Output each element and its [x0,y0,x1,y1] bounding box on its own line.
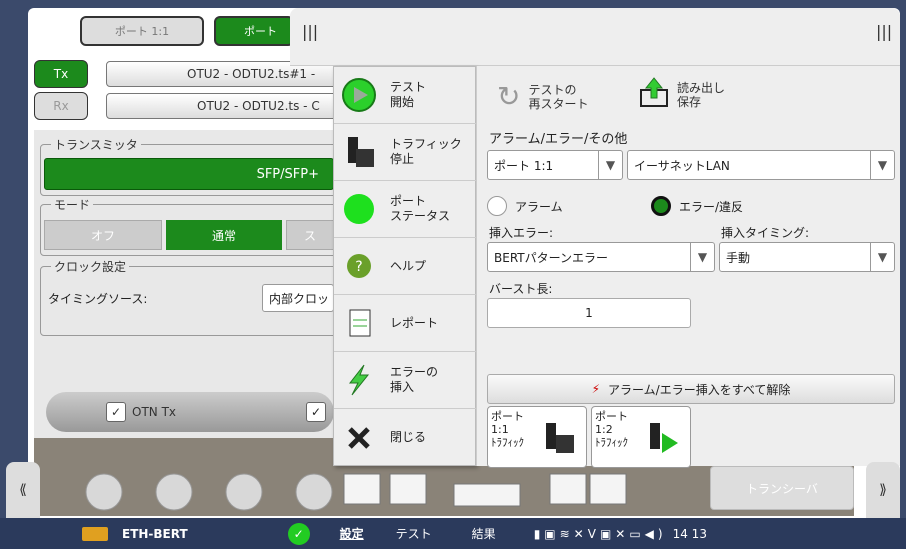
close-icon [342,421,376,455]
start-test-label: テスト 開始 [390,80,427,109]
clear-error-icon: ⚡ [591,382,601,396]
insert-error-select[interactable]: BERTパターンエラー ▼ [487,242,715,272]
tab-port-1[interactable]: ポート 1:1 [80,16,204,46]
report-label: レポート [390,315,439,330]
clear-all-label: アラーム/エラー挿入をすべて解除 [608,382,791,397]
insert-timing-select[interactable]: 手動 ▼ [719,242,895,272]
chevron-down-icon: ▼ [870,151,894,179]
mode-normal-button[interactable]: 通常 [166,220,282,250]
status-ok-icon: ✓ [287,522,310,545]
close-label: 閉じる [390,430,427,444]
otn-pipe [46,392,334,432]
insert-error-label: 挿入エラー: [489,226,554,240]
left-nav-button[interactable]: ⟪ [6,462,40,518]
app-name: ETH-BERT [122,526,188,541]
port-select-value: ポート 1:1 [494,158,554,173]
alarm-section-title: アラーム/エラー/その他 [489,132,628,147]
error-radio-label: エラー/違反 [679,199,744,214]
action-menu: テスト 開始 トラフィック 停止 ポート ステータス ? ヘルプ レポート エラ… [333,66,477,466]
nav-results[interactable]: 結果 [472,525,496,542]
otn-tx-checkbox[interactable]: ✓ OTN Tx [106,402,176,422]
chevron-down-icon: ▼ [598,151,622,179]
right-nav-button[interactable]: ⟫ [866,462,900,518]
radio-icon [487,196,507,216]
help-label: ヘルプ [390,258,427,273]
expand-handle-icon[interactable]: ||| [876,22,892,41]
nav-test[interactable]: テスト [396,525,432,542]
close-item[interactable]: 閉じる [334,409,477,466]
timing-source-select[interactable]: 内部クロッ [262,284,334,312]
otn-tx-label: OTN Tx [132,405,176,419]
inject-error-label: エラーの 挿入 [390,365,439,394]
restart-label: テストの 再スタート [528,82,589,111]
report-icon [342,306,376,340]
alarm-panel: ↻ テストの 再スタート 読み出し 保存 アラーム/エラー/その他 ポート 1:… [476,66,900,468]
port-select[interactable]: ポート 1:1 ▼ [487,150,623,180]
timing-source-label: タイミングソース: [48,292,148,306]
upload-icon [637,76,671,113]
nav-setup[interactable]: 設定 [340,525,364,542]
check-icon: ✓ [106,402,126,422]
insert-timing-label: 挿入タイミング: [721,226,810,240]
transceiver-button[interactable]: トランシーバ [710,466,854,510]
stop-traffic-label: トラフィック 停止 [390,137,462,166]
chevron-down-icon: ▼ [690,243,714,271]
burst-label: バースト長: [489,282,553,296]
type-select-value: イーサネットLAN [634,158,730,173]
lightning-icon [342,363,376,397]
chevron-down-icon: ▼ [870,243,894,271]
inject-error-item[interactable]: エラーの 挿入 [334,352,477,409]
rx-path[interactable]: OTU2 - ODTU2.ts - C [106,93,346,119]
port-status-label: ポート ステータス [390,194,451,223]
mode-label: モード [51,196,94,213]
tab-port-2[interactable]: ポート [214,16,294,46]
port-status-item[interactable]: ポート ステータス [334,181,477,238]
top-bar: ||| ||| [290,8,900,66]
traffic-light-icon [342,135,376,169]
burst-input[interactable]: 1 [487,298,691,328]
transmitter-label: トランスミッタ [51,136,141,153]
traffic-light-icon [542,421,578,458]
report-item[interactable]: レポート [334,295,477,352]
clock-label: クロック設定 [51,258,130,275]
error-radio[interactable]: エラー/違反 [651,196,743,216]
insert-timing-value: 手動 [726,250,751,265]
type-select[interactable]: イーサネットLAN ▼ [627,150,895,180]
chevron-left-icon: ⟪ [19,482,27,498]
radio-selected-icon [651,196,671,216]
clock-time: 14 13 [672,526,707,541]
traffic-play-icon [646,421,682,458]
start-test-item[interactable]: テスト 開始 [334,67,477,124]
alarm-radio-label: アラーム [515,199,563,214]
alarm-radio[interactable]: アラーム [487,196,563,216]
insert-error-value: BERTパターンエラー [494,250,609,265]
load-save-button[interactable]: 読み出し 保存 [637,76,725,113]
collapse-handle-icon[interactable]: ||| [302,22,318,41]
status-bar: ETH-BERT ✓ 設定 テスト 結果 ▮▣≋✕V▣✕▭◀) 14 13 [0,518,906,549]
traffic-port2-button[interactable]: ポート 1:2 ﾄﾗﾌｨｯｸ [591,406,691,468]
svg-text:?: ? [355,259,362,275]
traffic-port1-button[interactable]: ポート 1:1 ﾄﾗﾌｨｯｸ [487,406,587,468]
status-circle-icon [342,192,376,226]
clear-all-button[interactable]: ⚡ アラーム/エラー挿入をすべて解除 [487,374,895,404]
restart-test-button[interactable]: ↻ テストの 再スタート [497,80,588,113]
mode-off-button[interactable]: オフ [44,220,162,250]
stop-traffic-item[interactable]: トラフィック 停止 [334,124,477,181]
tx-button[interactable]: Tx [34,60,88,88]
system-tray-icons: ▮▣≋✕V▣✕▭◀) [533,526,667,541]
check-icon[interactable]: ✓ [306,402,326,422]
mode-third-button[interactable]: ス [286,220,334,250]
restart-icon: ↻ [497,80,521,113]
help-item[interactable]: ? ヘルプ [334,238,477,295]
load-save-label: 読み出し 保存 [677,80,726,109]
sfp-select[interactable]: SFP/SFP+ [44,158,334,190]
help-icon: ? [342,249,376,283]
play-icon [342,78,376,112]
rx-button[interactable]: Rx [34,92,88,120]
chevron-right-icon: ⟫ [879,482,887,498]
app-icon [82,526,108,541]
